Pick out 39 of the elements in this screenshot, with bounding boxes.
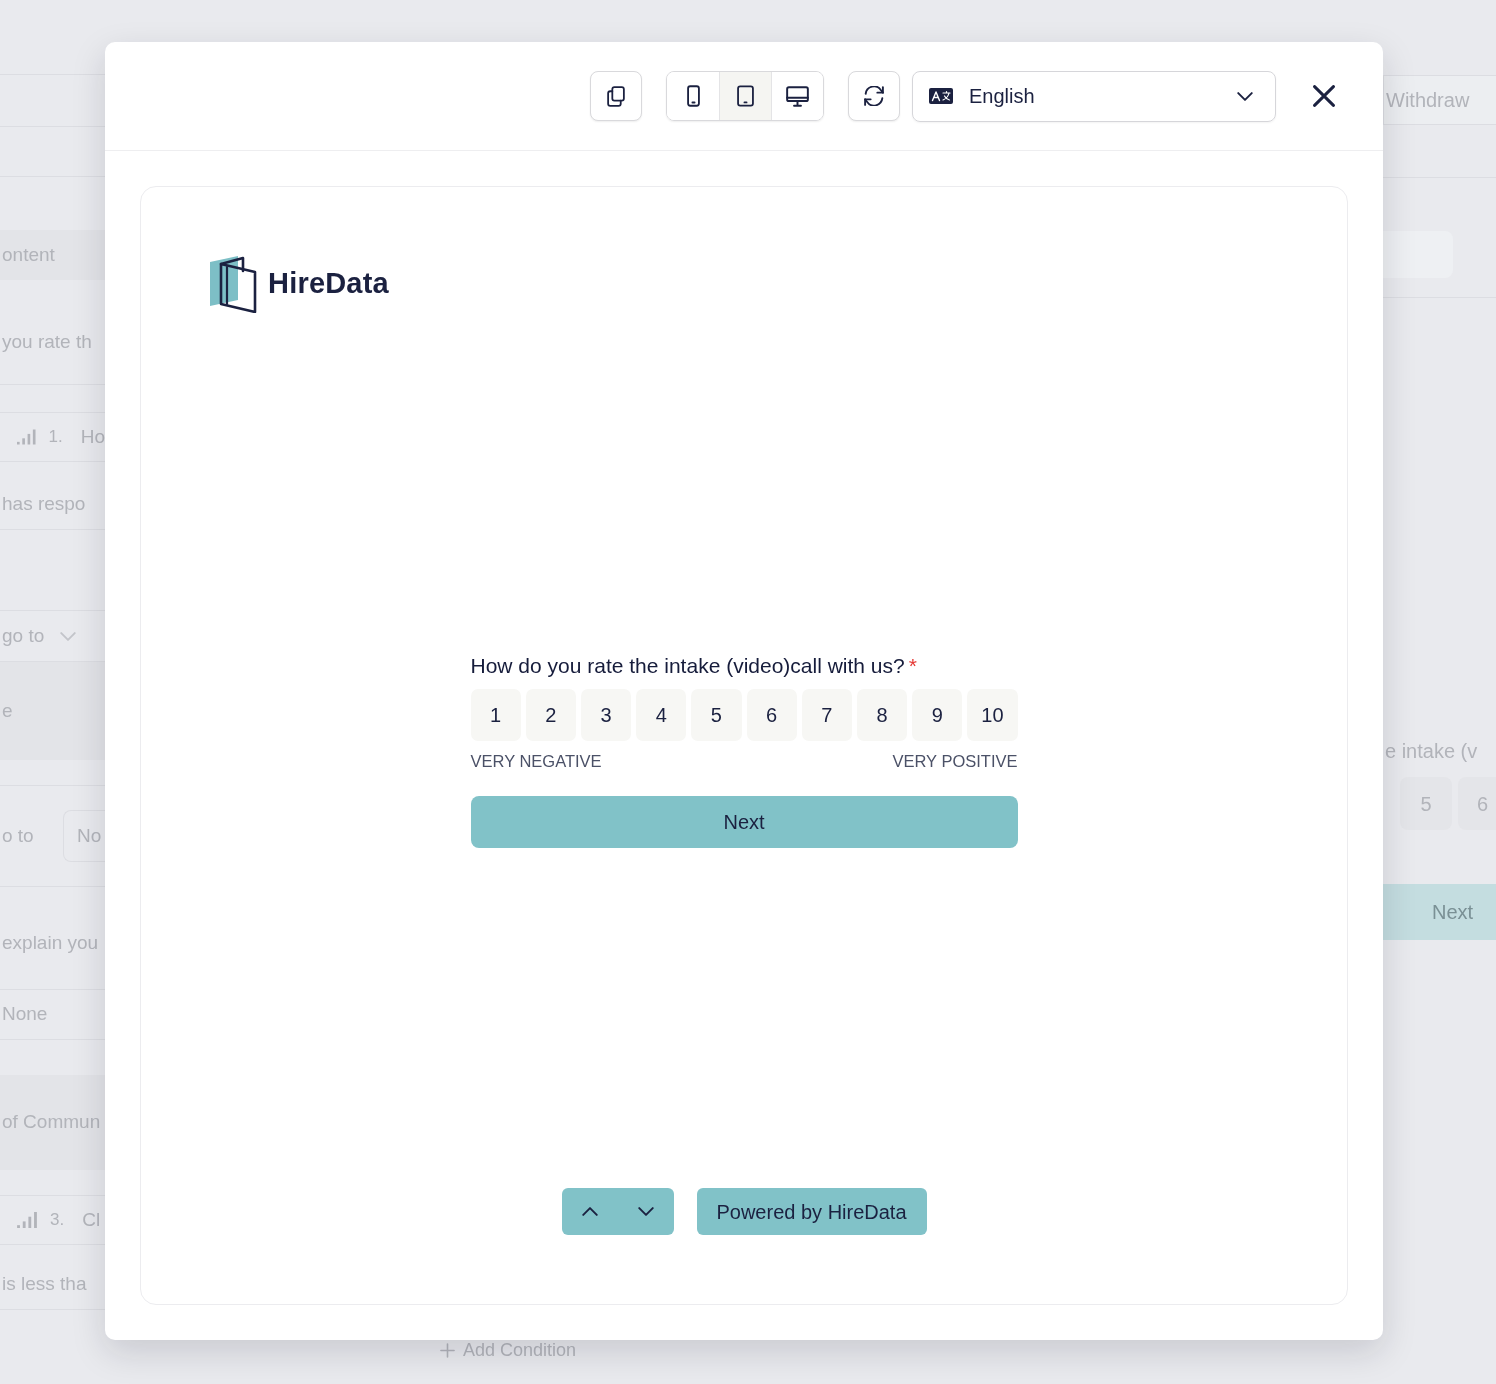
- next-button[interactable]: Next: [470, 796, 1018, 849]
- chevron-up-icon: [581, 1207, 598, 1216]
- rating-option[interactable]: 10: [967, 688, 1018, 741]
- scale-min-label: VERY NEGATIVE: [470, 750, 602, 772]
- monitor-icon: [786, 85, 809, 107]
- question-text: How do you rate the intake (video)call with us? *: [470, 652, 918, 679]
- chevron-down-icon: [1237, 91, 1253, 101]
- tablet-icon: [737, 85, 754, 107]
- input-field[interactable]: [1383, 231, 1453, 278]
- device-button[interactable]: [771, 72, 823, 120]
- rating-option[interactable]: 7: [801, 688, 852, 741]
- brand-name: HireData: [268, 266, 389, 302]
- rating-option[interactable]: 3: [580, 688, 632, 741]
- chevron-down-icon: [60, 631, 77, 641]
- close-button[interactable]: [1313, 85, 1335, 107]
- copy-icon: [607, 85, 625, 107]
- phone-icon: [686, 85, 700, 107]
- logo-icon: [209, 255, 257, 313]
- device-button[interactable]: [719, 72, 771, 120]
- refresh-button[interactable]: [848, 71, 900, 121]
- powered-by-button[interactable]: Powered by HireData: [696, 1188, 927, 1235]
- scale-max-label: VERY POSITIVE: [892, 750, 1018, 772]
- rating-option[interactable]: 8: [856, 688, 908, 741]
- rating-option[interactable]: 4: [636, 688, 687, 741]
- refresh-icon: [864, 86, 884, 106]
- rating-option[interactable]: 1: [470, 688, 521, 741]
- close-icon: [1313, 85, 1335, 107]
- rating-option[interactable]: 6: [746, 688, 797, 741]
- signal-bars-icon: [17, 429, 36, 445]
- rating-option[interactable]: 5: [691, 688, 742, 741]
- rating-option[interactable]: 2: [525, 688, 576, 741]
- chevron-down-icon: [637, 1207, 654, 1216]
- signal-bars-icon: [17, 1212, 37, 1228]
- language-select[interactable]: English: [912, 70, 1276, 122]
- copy-button[interactable]: [590, 71, 642, 121]
- rating-option[interactable]: 9: [912, 688, 963, 741]
- language-icon: [929, 88, 953, 104]
- plus-icon: [440, 1343, 455, 1358]
- device-button[interactable]: [667, 72, 719, 120]
